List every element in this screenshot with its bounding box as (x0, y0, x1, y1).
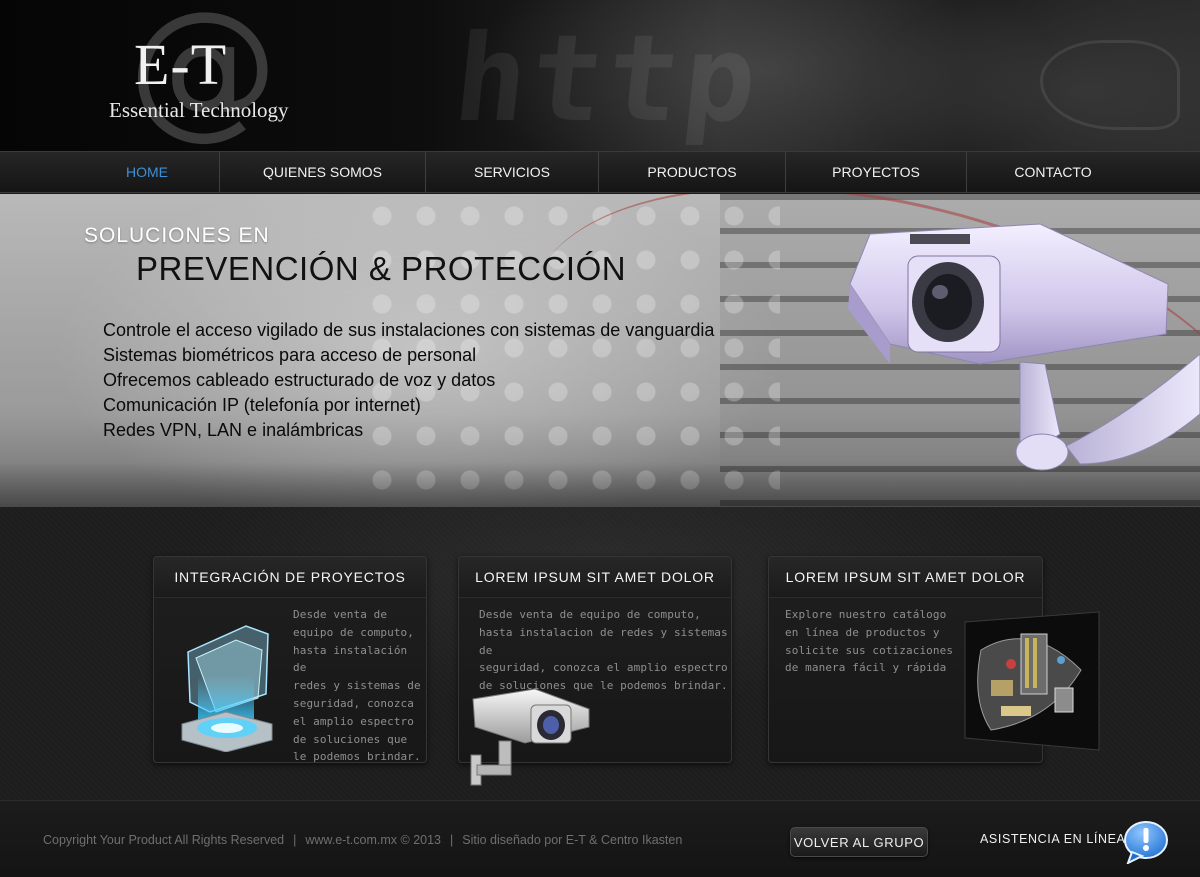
hero-bullet-list: Controle el acceso vigilado de sus insta… (103, 318, 714, 443)
site-header: http @ E-T Essential Technology (0, 0, 1200, 151)
card-description: Desde venta de equipo de computo, hasta … (293, 606, 426, 766)
site-url[interactable]: www.e-t.com.mx © 2013 (305, 833, 441, 847)
card-text-line: el amplio espectro (293, 714, 415, 728)
volver-al-grupo-button[interactable]: VOLVER AL GRUPO (790, 827, 928, 857)
nav-quienes-somos[interactable]: QUIENES SOMOS (220, 152, 426, 192)
asistencia-en-linea-link[interactable]: ASISTENCIA EN LÍNEA (980, 832, 1125, 846)
card-description: Desde venta de equipo de computo, hasta … (479, 606, 731, 695)
security-camera-icon (470, 688, 590, 786)
site-logo[interactable]: @ E-T Essential Technology (106, 0, 316, 142)
network-cable-graphic (1040, 40, 1180, 130)
card-text-line: seguridad, conozca (293, 696, 415, 710)
card-description: Explore nuestro catálogo en línea de pro… (785, 606, 953, 677)
card-lorem-2: LOREM IPSUM SIT AMET DOLOR Explore nuest… (768, 556, 1100, 763)
card-text-line: equipo de computo, (293, 625, 415, 639)
footer-separator: | (293, 833, 297, 847)
site-footer: Copyright Your Product All Rights Reserv… (0, 800, 1200, 877)
card-title[interactable]: LOREM IPSUM SIT AMET DOLOR (459, 557, 731, 598)
hero-pretitle: SOLUCIONES EN (84, 224, 270, 247)
hero-bullet: Redes VPN, LAN e inalámbricas (103, 420, 364, 440)
circuit-board-icon (964, 611, 1100, 751)
card-text-line: redes y sistemas de (293, 679, 421, 693)
nav-contacto[interactable]: CONTACTO (967, 152, 1139, 192)
card-text-line: solicite sus cotizaciones (785, 643, 954, 657)
nav-productos[interactable]: PRODUCTOS (599, 152, 786, 192)
card-title[interactable]: INTEGRACIÓN DE PROYECTOS (154, 557, 426, 598)
card-integracion: INTEGRACIÓN DE PROYECTOS Desde venta de … (153, 556, 427, 763)
card-title[interactable]: LOREM IPSUM SIT AMET DOLOR (769, 557, 1042, 598)
copyright-text: Copyright Your Product All Rights Reserv… (43, 833, 285, 847)
hero-bullet: Comunicación IP (telefonía por internet) (103, 395, 421, 415)
card-text-line: seguridad, conozca el amplio espectro (479, 661, 728, 675)
nav-proyectos[interactable]: PROYECTOS (786, 152, 967, 192)
card-text-line: en línea de productos y (785, 625, 940, 639)
hero-bullet: Controle el acceso vigilado de sus insta… (103, 320, 715, 340)
chat-bubble-exclamation-icon[interactable] (1122, 820, 1170, 864)
logo-mark: E-T (134, 32, 228, 97)
card-text-line: Explore nuestro catálogo (785, 608, 947, 621)
card-text-line: Desde venta de equipo de computo, (479, 608, 701, 621)
footer-credits: Copyright Your Product All Rights Reserv… (43, 833, 682, 847)
nav-home[interactable]: HOME (75, 152, 220, 192)
security-camera-icon (848, 223, 1200, 471)
header-background-graphic: http (447, 10, 768, 149)
hero-title: PREVENCIÓN & PROTECCIÓN (136, 250, 627, 287)
card-text-line: hasta instalacion de redes y sistemas de (479, 625, 728, 657)
hero-banner: SOLUCIONES EN PREVENCIÓN & PROTECCIÓN Co… (0, 194, 1200, 507)
card-text-line: de soluciones que (293, 732, 408, 746)
hero-bullet: Sistemas biométricos para acceso de pers… (103, 345, 477, 365)
footer-separator: | (450, 833, 454, 847)
nav-servicios[interactable]: SERVICIOS (426, 152, 599, 192)
card-text-line: le podemos brindar. (293, 750, 421, 764)
main-nav: HOME QUIENES SOMOS SERVICIOS PRODUCTOS P… (0, 151, 1200, 193)
hero-bullet: Ofrecemos cableado estructurado de voz y… (103, 370, 496, 390)
card-lorem-1: LOREM IPSUM SIT AMET DOLOR Desde venta d… (458, 556, 732, 786)
logo-name: Essential Technology (109, 98, 289, 122)
card-text-line: de manera fácil y rápida (785, 661, 947, 675)
folder-hologram-icon (181, 625, 273, 752)
card-text-line: hasta instalación de (293, 643, 408, 675)
features-section: INTEGRACIÓN DE PROYECTOS Desde venta de … (0, 507, 1200, 800)
design-credit: Sitio diseñado por E-T & Centro Ikasten (462, 833, 683, 847)
card-text-line: Desde venta de (293, 608, 388, 621)
